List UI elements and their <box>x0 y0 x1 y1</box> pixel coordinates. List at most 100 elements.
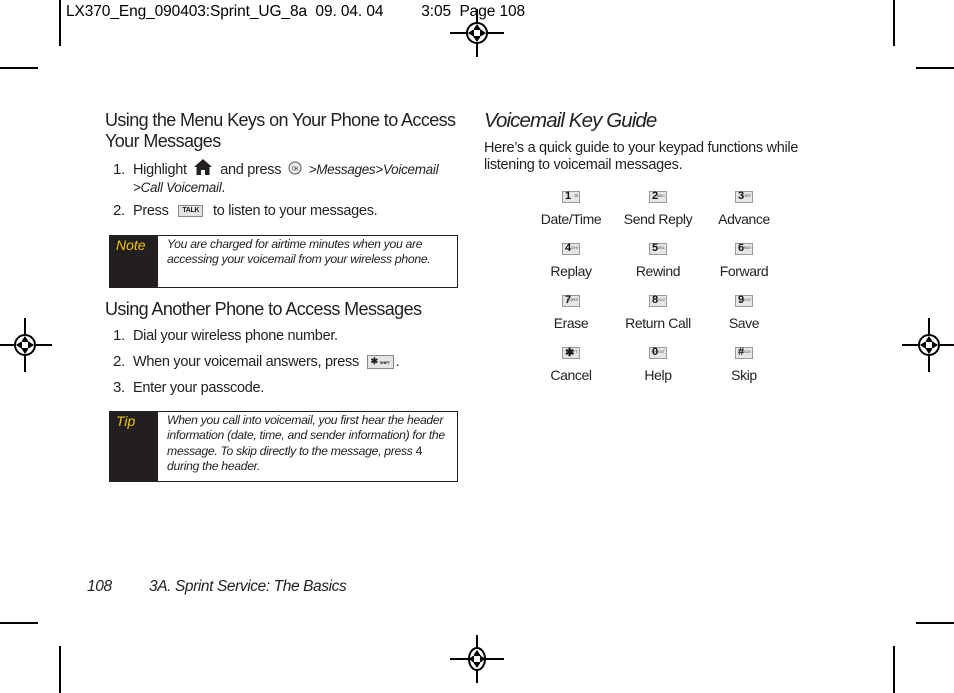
keypad-key-icon: 4 GHI <box>562 242 580 255</box>
menu-path: >Messages>Voicemail <box>308 162 439 177</box>
keypad-key-icon: 9 WXYZ <box>735 294 753 307</box>
key-letters: SHIFT <box>566 349 578 354</box>
key-letters: TUV <box>657 297 665 302</box>
crop-mark <box>916 622 954 624</box>
keypad-key-icon: 5 JKL <box>649 242 667 255</box>
keypad-key-icon: ✱ SHIFT <box>562 347 580 359</box>
key-letters: ABC <box>656 193 665 198</box>
tip-text-pre: When you call into voicemail, you first … <box>167 413 445 458</box>
svg-text:OK: OK <box>292 167 300 173</box>
keypad-key-icon: 1 ✉ <box>562 190 580 203</box>
section-footer: 3A. Sprint Service: The Basics <box>149 578 347 595</box>
keypad-key-icon: 8 TUV <box>649 294 667 307</box>
tip-text-post: during the header. <box>167 458 261 473</box>
key-function: Return Call <box>625 315 691 331</box>
menu-ok-key-icon: OK <box>288 161 302 175</box>
key-letters: + NEXT <box>650 349 665 354</box>
key-guide-item: # SPACE Skip <box>700 346 788 383</box>
step-2-press-talk: 2. Press TALK to listen to your messages. <box>113 202 463 220</box>
voicemail-key-guide-title: Voicemail Key Guide <box>484 109 657 132</box>
registration-mark-icon <box>450 635 504 683</box>
slug-file: LX370_Eng_090403:Sprint_UG_8a <box>66 3 307 20</box>
key-guide-item: 3 DEF Advance <box>700 190 788 227</box>
section-title-menu-keys: Using the Menu Keys on Your Phone to Acc… <box>105 110 456 151</box>
key-function: Forward <box>719 263 769 279</box>
key-function: Rewind <box>635 263 681 279</box>
key-letters: GHI <box>570 245 578 250</box>
step-text: . <box>221 180 226 196</box>
note-label: Note <box>110 236 158 287</box>
page-number: 108 <box>87 578 112 595</box>
star-shift-key-icon: ✱ SHIFT <box>366 355 394 370</box>
key-function: Date/Time <box>540 211 602 227</box>
step-number: 1. <box>113 327 125 344</box>
step-1-dial: 1. Dial your wireless phone number. <box>113 327 338 345</box>
key-letters: WXYZ <box>739 297 751 302</box>
key-guide-item: 5 JKL Rewind <box>616 242 700 279</box>
key-letters: SPACE <box>737 349 751 354</box>
key-guide-item: 9 WXYZ Save <box>700 294 788 331</box>
step-number: 3. <box>113 379 125 396</box>
keypad-key-icon: 0 + NEXT <box>649 346 667 359</box>
key-digit: 1 <box>565 190 572 202</box>
key-subtext: SHIFT <box>379 360 390 366</box>
step-text: Enter your passcode. <box>133 380 265 396</box>
key-guide-item: 6 MNO Forward <box>700 242 788 279</box>
step-text: When your voicemail answers, press <box>133 354 359 370</box>
note-box: Note You are charged for airtime minutes… <box>109 235 458 288</box>
crop-mark <box>59 646 61 693</box>
key-guide-item: 8 TUV Return Call <box>616 294 700 331</box>
key-guide-item: 0 + NEXT Help <box>616 346 700 383</box>
registration-mark-icon <box>0 318 52 372</box>
key-guide-item: ✱ SHIFT Cancel <box>526 346 616 383</box>
step-number: 2. <box>113 353 125 370</box>
key-letters: PQRS <box>566 297 578 302</box>
key-guide-grid: 1 ✉ Date/Time 2 ABC Send Reply 3 DEF Advance 4… <box>526 190 788 383</box>
step-number: 1. <box>113 161 125 178</box>
note-text: You are charged for airtime minutes when… <box>167 237 431 267</box>
key-guide-item: 4 GHI Replay <box>526 242 616 279</box>
home-icon <box>194 159 213 175</box>
crop-mark <box>0 622 38 624</box>
crop-mark <box>893 646 895 693</box>
tip-key: 4 <box>415 443 423 458</box>
crop-mark <box>0 67 38 69</box>
menu-path: >Call Voicemail <box>133 180 222 195</box>
key-function: Replay <box>550 263 592 279</box>
step-text: . <box>395 354 400 370</box>
key-function: Erase <box>553 315 589 331</box>
tip-text: When you call into voicemail, you first … <box>158 412 457 481</box>
keypad-key-icon: 7 PQRS <box>562 294 580 307</box>
step-2-press-star: 2. When your voicemail answers, press ✱ S… <box>113 353 400 371</box>
step-3-passcode: 3. Enter your passcode. <box>113 379 264 397</box>
talk-key-icon: TALK <box>178 205 204 218</box>
crop-mark <box>893 0 895 46</box>
step-text: and press <box>220 162 282 178</box>
voicemail-key-guide-intro: Here’s a quick guide to your keypad func… <box>484 140 799 173</box>
step-number: 2. <box>113 202 125 219</box>
step-text: Dial your wireless phone number. <box>133 328 338 344</box>
step-text: Press <box>133 203 169 219</box>
key-guide-item: 2 ABC Send Reply <box>616 190 700 227</box>
crop-mark <box>916 67 954 69</box>
key-letters: DEF <box>743 193 751 198</box>
keypad-key-icon: # SPACE <box>735 346 753 359</box>
key-letters: JKL <box>658 245 665 250</box>
key-letters: ✉ <box>574 193 578 198</box>
step-1-highlight: 1. Highlight and press OK >Messages>Voice… <box>113 159 463 197</box>
key-letters: MNO <box>741 245 751 250</box>
step-text: to listen to your messages. <box>213 203 378 219</box>
tip-label: Tip <box>110 412 158 481</box>
key-glyph: ✱ <box>370 356 379 367</box>
registration-mark-icon <box>902 318 954 372</box>
key-guide-item: 7 PQRS Erase <box>526 294 616 331</box>
key-function: Advance <box>718 211 770 227</box>
step-text: Highlight <box>133 162 187 178</box>
crop-mark <box>59 0 61 46</box>
key-function: Save <box>728 315 760 331</box>
registration-mark-icon <box>450 9 504 57</box>
key-function: Cancel <box>550 367 592 383</box>
key-function: Skip <box>731 367 757 383</box>
slug-time: 3:05 <box>421 3 452 20</box>
key-function: Send Reply <box>623 211 693 227</box>
